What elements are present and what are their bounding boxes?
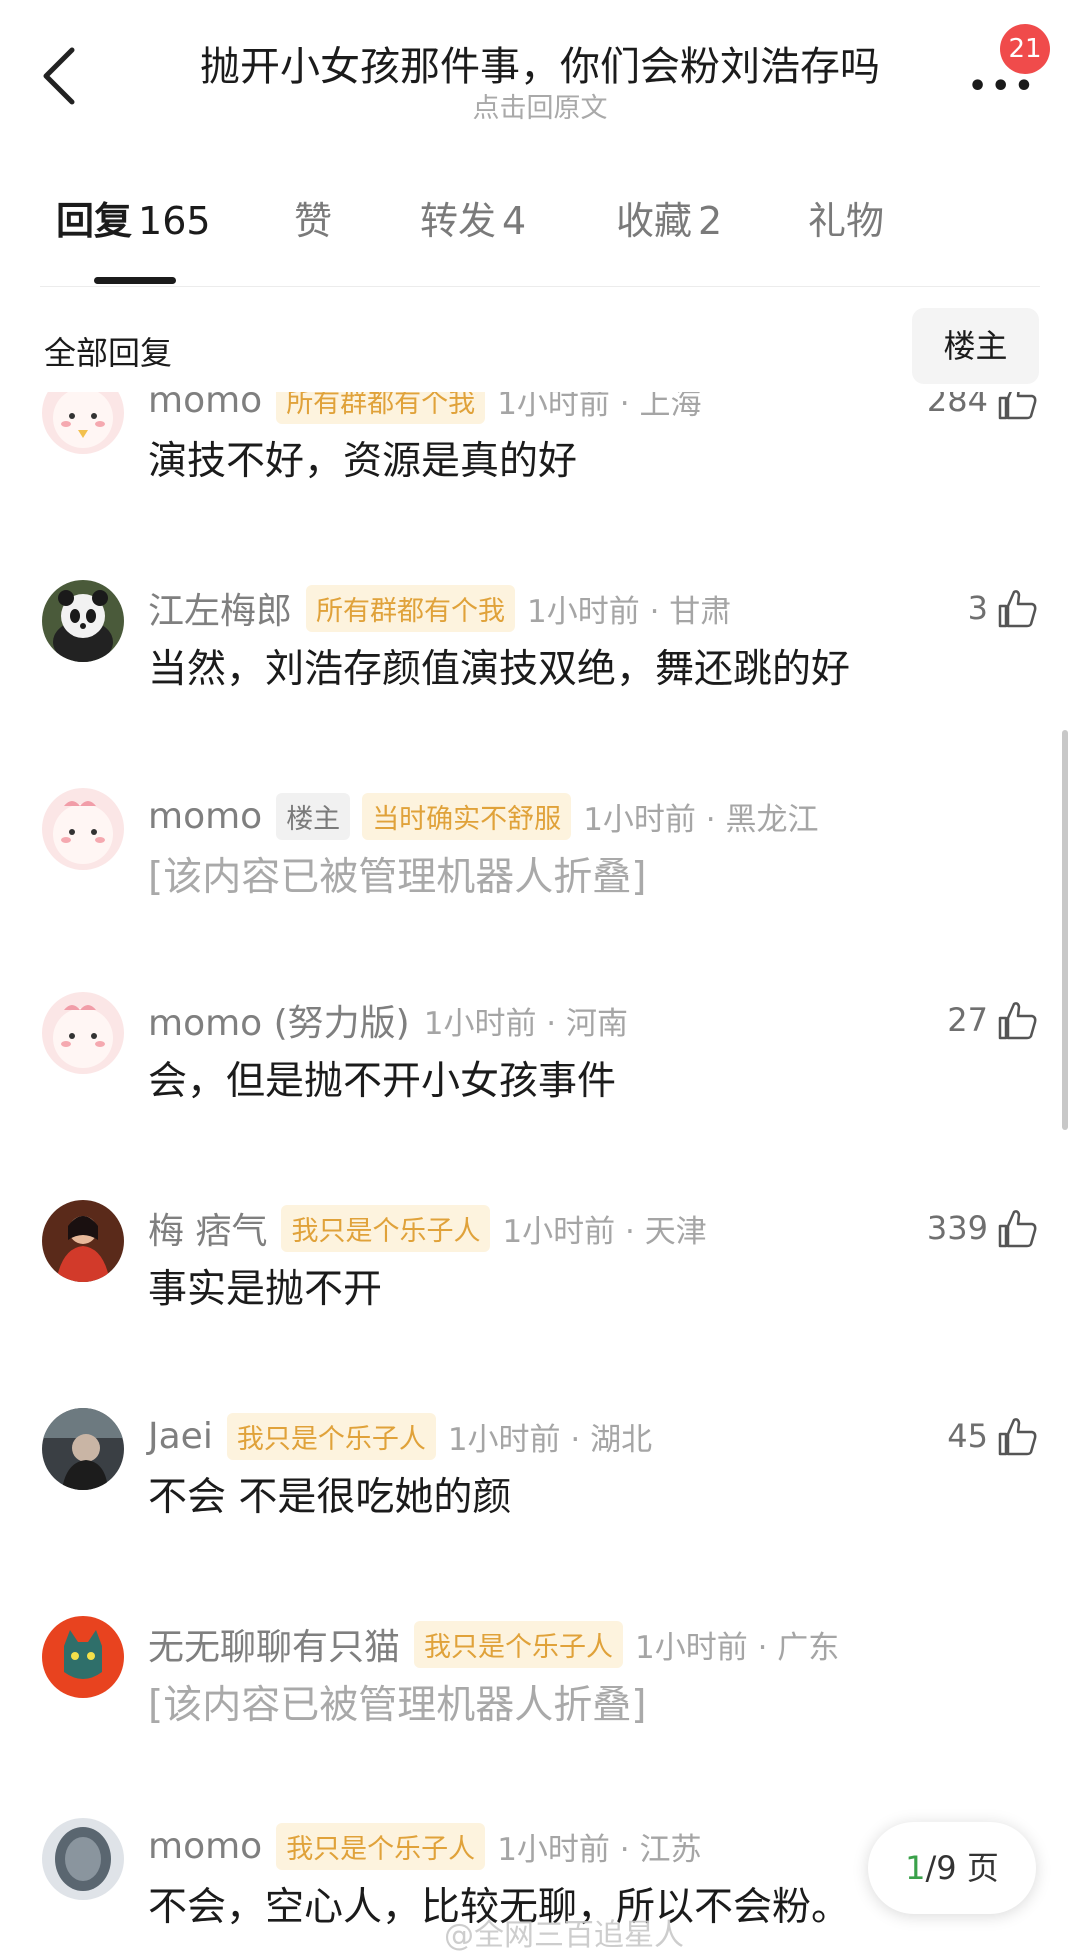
like-count: 339 [926, 1209, 988, 1247]
username[interactable]: 江左梅郎 [148, 582, 292, 634]
comment-time-location: 1小时前 · 河南 [423, 1005, 629, 1042]
tab-bar: 回复 165 赞 转发 4 收藏 2 礼物 [0, 190, 1080, 286]
back-to-original-link[interactable]: 点击回原文 [0, 86, 1080, 125]
tab-label: 礼物 [808, 199, 885, 243]
tab-favorites[interactable]: 收藏 2 [616, 190, 722, 245]
comment-text: 演技不好，资源是真的好 [148, 439, 578, 484]
red-dress-avatar[interactable] [42, 1200, 124, 1282]
comment-meta: 梅 痞气 我只是个乐子人 1小时前 · 天津 [148, 1200, 707, 1256]
panda-avatar[interactable] [42, 580, 124, 662]
username[interactable]: momo [148, 1826, 262, 1867]
thumbs-up-icon [998, 392, 1037, 420]
flair-badge: 我只是个乐子人 [276, 1822, 486, 1870]
comment-text: 事实是抛不开 [148, 1267, 383, 1312]
like-count: 27 [947, 1001, 988, 1039]
comment-meta: momo (努力版) 1小时前 · 河南 [148, 992, 628, 1048]
comment-time-location: 1小时前 · 天津 [502, 1213, 707, 1250]
tab-reposts[interactable]: 转发 4 [420, 190, 526, 245]
comment-text: 会，但是抛不开小女孩事件 [148, 1059, 617, 1104]
comment-time-location: 1小时前 · 湖北 [447, 1421, 653, 1458]
thumbs-up-icon [998, 1418, 1037, 1456]
tab-label: 赞 [294, 199, 333, 243]
section-title: 全部回复 [44, 334, 173, 372]
flair-badge: 所有群都有个我 [306, 584, 516, 632]
tab-count: 2 [698, 199, 723, 243]
top-bar: 抛开小女孩那件事，你们会粉刘浩存吗 点击回原文 ••• 21 [0, 0, 1080, 160]
comment-meta: momo 楼主 当时确实不舒服 1小时前 · 黑龙江 [148, 788, 818, 844]
flair-badge: 当时确实不舒服 [362, 792, 572, 840]
like-button[interactable]: 3 [968, 580, 1040, 636]
folded-comment-notice[interactable]: [该内容已被管理机器人折叠] [148, 846, 646, 902]
active-tab-indicator [94, 277, 176, 284]
comment-list[interactable]: momo 所有群都有个我 1小时前 · 上海 284 演技不好，资源是真的好 江… [0, 392, 1080, 1959]
comment-time-location: 1小时前 · 甘肃 [527, 593, 732, 630]
comment-time-location: 1小时前 · 江苏 [497, 1831, 702, 1868]
pink-dino-avatar[interactable] [42, 992, 124, 1074]
username[interactable]: momo [148, 796, 262, 837]
tab-count: 4 [502, 199, 527, 243]
like-button[interactable]: 45 [947, 1408, 1040, 1464]
watermark: @全网三百追星人 [444, 1918, 684, 1953]
blurred-avatar[interactable] [42, 1818, 124, 1900]
comment-meta: 江左梅郎 所有群都有个我 1小时前 · 甘肃 [148, 580, 731, 636]
username[interactable]: momo (努力版) [148, 994, 410, 1046]
pink-dino-avatar[interactable] [42, 788, 124, 870]
username[interactable]: 无无聊聊有只猫 [148, 1618, 400, 1670]
divider [40, 286, 1040, 287]
flair-badge: 我只是个乐子人 [226, 1412, 436, 1460]
tab-label: 收藏 [616, 199, 693, 243]
more-dots-icon: ••• [968, 69, 1038, 104]
thumbs-up-icon [998, 590, 1037, 628]
comment-text: 当然，刘浩存颜值演技双绝，舞还跳的好 [148, 647, 851, 692]
notification-badge: 21 [1000, 24, 1050, 74]
like-button[interactable]: 27 [947, 992, 1040, 1048]
tab-likes[interactable]: 赞 [294, 190, 332, 245]
scrollbar-thumb[interactable] [1062, 730, 1068, 1130]
comment-meta: Jaei 我只是个乐子人 1小时前 · 湖北 [148, 1408, 652, 1464]
op-badge: 楼主 [276, 792, 351, 840]
comment-time-location: 1小时前 · 广东 [635, 1629, 840, 1666]
owner-only-filter-button[interactable]: 楼主 [912, 308, 1039, 384]
username[interactable]: 梅 痞气 [148, 1202, 267, 1254]
comment-meta: momo 我只是个乐子人 1小时前 · 江苏 [148, 1818, 701, 1874]
tab-label: 转发 [420, 199, 497, 243]
comment-time-location: 1小时前 · 上海 [497, 392, 702, 422]
like-button[interactable]: 284 [927, 392, 1040, 428]
comment-meta: 无无聊聊有只猫 我只是个乐子人 1小时前 · 广东 [148, 1616, 839, 1672]
comment-time-location: 1小时前 · 黑龙江 [583, 801, 819, 838]
like-count: 284 [926, 392, 988, 419]
current-page: 1 [905, 1849, 926, 1887]
tab-replies[interactable]: 回复 165 [56, 190, 211, 245]
tab-count: 165 [138, 199, 211, 243]
pink-dino-avatar[interactable] [42, 392, 124, 454]
dark-photo-avatar[interactable] [42, 1408, 124, 1490]
flair-badge: 我只是个乐子人 [414, 1620, 624, 1668]
like-count: 3 [967, 589, 988, 627]
cat-avatar[interactable] [42, 1616, 124, 1698]
page-total: /9 页 [925, 1849, 999, 1887]
thumbs-up-icon [998, 1210, 1037, 1248]
folded-comment-notice[interactable]: [该内容已被管理机器人折叠] [148, 1674, 646, 1730]
flair-badge: 所有群都有个我 [276, 392, 486, 424]
thread-title: 抛开小女孩那件事，你们会粉刘浩存吗 [200, 44, 880, 90]
comment-meta: momo 所有群都有个我 1小时前 · 上海 [148, 392, 701, 428]
tab-gifts[interactable]: 礼物 [808, 190, 884, 245]
username[interactable]: momo [148, 392, 262, 421]
username[interactable]: Jaei [148, 1416, 213, 1457]
like-button[interactable]: 339 [927, 1200, 1040, 1256]
like-count: 45 [947, 1417, 988, 1455]
thumbs-up-icon [998, 1002, 1037, 1040]
page-indicator-button[interactable]: 1/9 页 [868, 1822, 1036, 1914]
flair-badge: 我只是个乐子人 [281, 1204, 491, 1252]
comment-text: 不会 不是很吃她的颜 [148, 1475, 512, 1520]
tab-label: 回复 [56, 199, 133, 243]
